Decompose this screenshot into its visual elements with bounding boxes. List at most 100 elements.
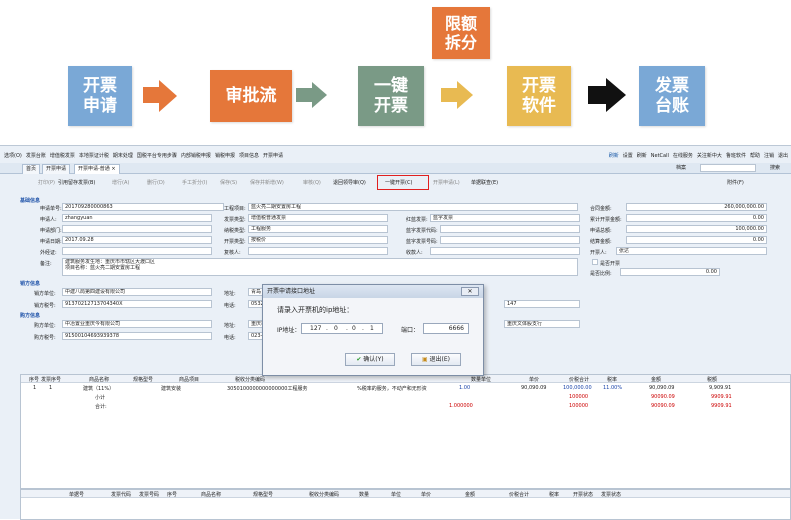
- menu-item-vat[interactable]: 增值税发票: [50, 152, 75, 159]
- invoice-status-table: 单据号 发票代码 发票号码 序号 商品名称 规格型号 税收分类编码 数量 单位 …: [20, 489, 791, 520]
- return-button[interactable]: 退回领导审(Q): [333, 179, 366, 186]
- settings-button[interactable]: 设置: [623, 152, 633, 159]
- reload-button[interactable]: 刷新: [637, 152, 647, 159]
- seller-tax-field[interactable]: 91370212713704340X: [62, 300, 212, 308]
- save-and-new-button[interactable]: 保存并新增(W): [250, 179, 284, 186]
- print-button[interactable]: 打印(P): [38, 179, 55, 186]
- col-total: 价税合计: [569, 377, 590, 383]
- ext-field[interactable]: [62, 247, 212, 255]
- scol-name: 商品名称: [201, 492, 222, 498]
- apply-no-label: 申请单号:: [40, 206, 62, 212]
- menu-item-ledger[interactable]: 发票台账: [26, 152, 46, 159]
- applicant-field[interactable]: zhangyuan: [62, 214, 212, 222]
- col-no: 序号: [29, 377, 40, 383]
- dept-field[interactable]: [62, 225, 212, 233]
- manual-split-button[interactable]: 手工折分(I): [182, 179, 207, 186]
- buyer-field[interactable]: 中冶置业重庆今有限公司: [62, 320, 212, 328]
- settle-label: 结算金额:: [590, 239, 612, 245]
- row1-total: 100,000.00: [563, 385, 592, 391]
- blue-no-field[interactable]: [440, 236, 580, 244]
- menu-item-period-end[interactable]: 期末处理: [113, 152, 133, 159]
- seller-field[interactable]: 中建八局第四建设有限公司: [62, 288, 212, 296]
- project-field[interactable]: 蓝火亮二期安置房工程: [248, 203, 578, 211]
- apply-date-field[interactable]: 2017.09.28: [62, 236, 212, 244]
- row1-inv: 1: [49, 385, 53, 391]
- red-blue-field[interactable]: 蓝字发票: [430, 214, 580, 222]
- menu-item-options[interactable]: 选项(O): [4, 152, 22, 159]
- payee-field[interactable]: [430, 247, 580, 255]
- note-label: 备注:: [40, 261, 52, 267]
- buyer-bank-field[interactable]: 重庆文体股支行: [504, 320, 580, 328]
- dialog-close-button[interactable]: ✕: [461, 287, 479, 296]
- drawer-field[interactable]: 张达: [616, 247, 767, 255]
- search-input[interactable]: [700, 164, 756, 172]
- buyer-addr-label: 地址:: [224, 323, 236, 329]
- contract-amount-field[interactable]: 260,000,000.00: [626, 203, 767, 211]
- search-button[interactable]: 搜索: [770, 164, 780, 171]
- invoice-apply-button[interactable]: 开票申请(L): [433, 179, 460, 186]
- row1-tax-name: %税率的服务，不动产和无形资: [357, 386, 427, 392]
- apply-date-label: 申请日期:: [40, 239, 62, 245]
- seller-bank-field[interactable]: 147: [504, 300, 580, 308]
- exit-dialog-button[interactable]: ▣ 退出(E): [411, 353, 461, 366]
- invoice-detail-table: 序号 发票序号 商品名称 规格型号 商品项目 税收分类编码 数量 单位 单价 价…: [20, 374, 791, 489]
- save-button[interactable]: 保存(S): [220, 179, 237, 186]
- tax-type-field[interactable]: 工程服务: [248, 225, 388, 233]
- tab-invoice-apply-normal[interactable]: 开票申请-普通 ×: [74, 164, 120, 174]
- reviewer-field[interactable]: [248, 247, 388, 255]
- ip-dot: .: [326, 325, 328, 332]
- audit-button[interactable]: 审核(Q): [303, 179, 321, 186]
- menu-item-tax-report[interactable]: 销税申报: [215, 152, 235, 159]
- col-unit: 单位: [481, 377, 492, 383]
- confirm-label: 确认(Y): [363, 356, 384, 363]
- logout-button[interactable]: 注销: [764, 152, 774, 159]
- col-spec: 规格型号: [133, 377, 154, 383]
- scol-inv-no: 发票号码: [139, 492, 160, 498]
- doc-query-button[interactable]: 单据联查(E): [471, 179, 498, 186]
- reverse-checkbox[interactable]: [592, 259, 598, 265]
- refresh-button[interactable]: 刷新: [609, 152, 619, 159]
- tab-home[interactable]: 首页: [22, 164, 41, 174]
- help-button[interactable]: 帮助: [750, 152, 760, 159]
- row1-item: 建筑安装: [161, 386, 182, 392]
- total-open-field[interactable]: 0.00: [626, 214, 767, 222]
- menu-item-national-platform[interactable]: 国税平台专用步骤: [137, 152, 177, 159]
- flow-step-ledger: 发票 台账: [639, 66, 705, 126]
- follow-button[interactable]: 关注新中大: [697, 152, 722, 159]
- blue-code-field[interactable]: [440, 225, 580, 233]
- add-row-button[interactable]: 增行(A): [112, 179, 129, 186]
- buyer-tax-field[interactable]: 91500104693939378: [62, 332, 212, 340]
- scol-inv-code: 发票代码: [111, 492, 132, 498]
- tab-invoice-apply[interactable]: 开票申请: [42, 164, 71, 174]
- online-service-button[interactable]: 在线服务: [673, 152, 693, 159]
- ip-octet-2: 0: [334, 325, 338, 332]
- menu-item-invoice-apply[interactable]: 开票申请: [263, 152, 283, 159]
- ratio-field[interactable]: 0.00: [620, 268, 720, 276]
- port-input[interactable]: 6666: [423, 323, 469, 334]
- open-type-field[interactable]: 按税价: [248, 236, 388, 244]
- menu-item-internal-tax[interactable]: 内部销税申报: [181, 152, 211, 159]
- exit-button[interactable]: 退出: [778, 152, 788, 159]
- luban-button[interactable]: 鲁班软件: [726, 152, 746, 159]
- attachment-button[interactable]: 附件(F): [727, 179, 744, 186]
- netcall-button[interactable]: NetCall: [651, 153, 669, 159]
- tax-type-label: 纳税类型:: [224, 228, 246, 234]
- scol-spec: 规格型号: [253, 492, 274, 498]
- invoice-type-field[interactable]: 增值税普通发票: [248, 214, 388, 222]
- cite-invoice-button[interactable]: 引用留存发票(B): [58, 179, 95, 186]
- settle-field[interactable]: 0.00: [626, 236, 767, 244]
- applicant-label: 申请人:: [40, 217, 57, 223]
- note-field[interactable]: 建筑服务发生地：重庆市市辖区大渡口区 项目名称：蓝火亮二期安置房工程: [62, 258, 578, 276]
- row1-name: 建筑（11%）: [83, 386, 115, 392]
- apply-no-field[interactable]: 201709280000863: [62, 203, 224, 211]
- delete-row-button[interactable]: 删行(D): [147, 179, 165, 186]
- apply-total-field[interactable]: 100,000.00: [626, 225, 767, 233]
- menu-item-project-info[interactable]: 项目信息: [239, 152, 259, 159]
- blue-no-label: 蓝字发票号码:: [406, 239, 438, 245]
- buyer-tax-label: 购方税号:: [34, 335, 56, 341]
- menu-item-local-tax[interactable]: 本地票证计税: [79, 152, 109, 159]
- seller-tel-label: 电话:: [224, 303, 236, 309]
- ip-address-input[interactable]: 127 . 0 . 0 . 1: [301, 323, 383, 334]
- confirm-button[interactable]: ✔ 确认(Y): [345, 353, 395, 366]
- seller-addr-label: 地址:: [224, 291, 236, 297]
